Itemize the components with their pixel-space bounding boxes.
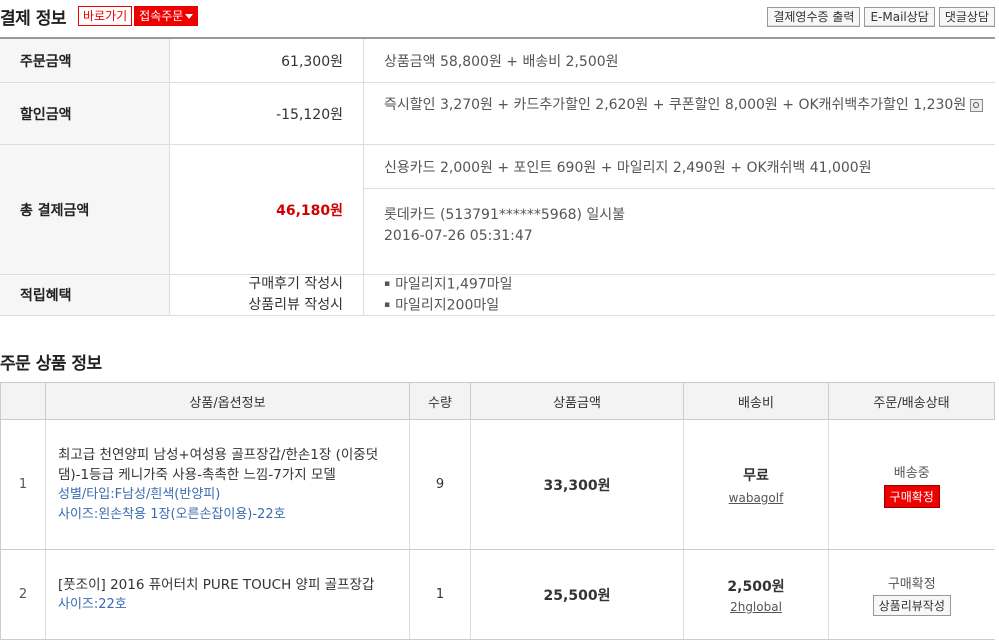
payment-table: 주문금액 61,300원 상품금액 58,800원 + 배송비 2,500원 할… xyxy=(0,37,995,316)
reward-cond-2: 상품리뷰 작성시 xyxy=(248,297,343,313)
product-name[interactable]: 최고급 천연양피 남성+여성용 골프장갑/한손1장 (이중덧댐)-1등급 케니가… xyxy=(58,445,397,485)
product-option: 사이즈:22호 xyxy=(58,596,127,612)
status-cell: 구매확정 상품리뷰작성 xyxy=(828,549,995,640)
total-value: 46,180원 xyxy=(170,145,364,274)
magnifier-icon[interactable] xyxy=(970,98,984,112)
order-amount-detail-text: 상품금액 58,800원 + 배송비 2,500원 xyxy=(384,53,619,70)
order-dropdown-button[interactable]: 접속주문 xyxy=(134,6,199,26)
comment-consult-button[interactable]: 댓글상담 xyxy=(938,7,995,27)
seller-link[interactable]: 2hglobal xyxy=(685,600,827,614)
total-detail: 신용카드 2,000원 + 포인트 690원 + 마일리지 2,490원 + O… xyxy=(364,145,995,274)
order-amount-detail: 상품금액 58,800원 + 배송비 2,500원 xyxy=(364,39,995,82)
col-no xyxy=(0,382,46,420)
shipping-cell: 2,500원 2hglobal xyxy=(683,549,829,640)
product-name[interactable]: [풋조이] 2016 퓨어터치 PURE TOUCH 양피 골프장갑 xyxy=(58,575,397,595)
order-dropdown-label: 접속주문 xyxy=(139,9,184,23)
confirm-purchase-button[interactable]: 구매확정 xyxy=(883,484,940,508)
receipt-print-button[interactable]: 결제영수증 출력 xyxy=(767,7,861,27)
write-review-button[interactable]: 상품리뷰작성 xyxy=(872,595,951,616)
total-detail-breakdown: 신용카드 2,000원 + 포인트 690원 + 마일리지 2,490원 + O… xyxy=(364,145,995,189)
order-header: 주문 상품 정보 xyxy=(0,348,102,374)
table-row: 1 최고급 천연양피 남성+여성용 골프장갑/한손1장 (이중덧댐)-1등급 케… xyxy=(0,419,995,550)
reward-item-2: 마일리지200마일 xyxy=(384,295,995,317)
payment-header: 결제 정보 바로가기 접속주문 xyxy=(0,3,199,29)
total-detail-card: 롯데카드 (513791******5968) 일시불 2016-07-26 0… xyxy=(364,189,995,247)
table-row: 2 [풋조이] 2016 퓨어터치 PURE TOUCH 양피 골프장갑 사이즈… xyxy=(0,549,995,640)
seller-link[interactable]: wabagolf xyxy=(685,491,827,505)
order-table: 상품/옵션정보 수량 상품금액 배송비 주문/배송상태 1 최고급 천연양피 남… xyxy=(0,382,995,640)
caret-down-icon xyxy=(185,14,194,19)
total-label: 총 결제금액 xyxy=(0,145,170,274)
reward-cond-1: 구매후기 작성시 xyxy=(248,276,343,292)
quantity: 9 xyxy=(409,419,471,550)
discount-detail-text: 즉시할인 3,270원 + 카드추가할인 2,620원 + 쿠폰할인 8,000… xyxy=(384,97,967,113)
shipping-fee: 무료 xyxy=(743,467,769,484)
payment-title: 결제 정보 xyxy=(0,8,66,29)
order-table-header: 상품/옵션정보 수량 상품금액 배송비 주문/배송상태 xyxy=(0,382,995,420)
order-status: 구매확정 xyxy=(887,577,936,592)
reward-items: 마일리지1,497마일 마일리지200마일 xyxy=(364,275,995,315)
email-consult-button[interactable]: E-Mail상담 xyxy=(864,7,935,27)
payment-actions: 결제영수증 출력 E-Mail상담 댓글상담 xyxy=(767,7,995,27)
col-status: 주문/배송상태 xyxy=(828,382,995,420)
row-number: 1 xyxy=(0,419,46,550)
order-amount-value: 61,300원 xyxy=(170,39,364,82)
reward-label: 적립혜택 xyxy=(0,275,170,315)
col-price: 상품금액 xyxy=(470,382,684,420)
product-option: 성별/타입:F남성/흰색(반양피) xyxy=(58,486,221,502)
discount-value: -15,120원 xyxy=(170,83,364,144)
product-option: 사이즈:왼손착용 1장(오른손잡이용)-22호 xyxy=(58,506,286,522)
product-price: 33,300원 xyxy=(470,419,684,550)
discount-row: 할인금액 -15,120원 즉시할인 3,270원 + 카드추가할인 2,620… xyxy=(0,83,995,145)
status-cell: 배송중 구매확정 xyxy=(828,419,995,550)
reward-row: 적립혜택 구매후기 작성시 상품리뷰 작성시 마일리지1,497마일 마일리지2… xyxy=(0,275,995,316)
total-breakdown-text: 신용카드 2,000원 + 포인트 690원 + 마일리지 2,490원 + O… xyxy=(384,159,872,176)
col-shipping: 배송비 xyxy=(683,382,829,420)
product-info: 최고급 천연양피 남성+여성용 골프장갑/한손1장 (이중덧댐)-1등급 케니가… xyxy=(45,419,410,550)
col-product: 상품/옵션정보 xyxy=(45,382,410,420)
order-title: 주문 상품 정보 xyxy=(0,353,102,374)
shipping-cell: 무료 wabagolf xyxy=(683,419,829,550)
row-number: 2 xyxy=(0,549,46,640)
go-button[interactable]: 바로가기 xyxy=(77,6,133,26)
card-info: 롯데카드 (513791******5968) 일시불 xyxy=(384,207,626,223)
order-amount-row: 주문금액 61,300원 상품금액 58,800원 + 배송비 2,500원 xyxy=(0,39,995,83)
order-status: 배송중 xyxy=(893,465,930,481)
discount-detail: 즉시할인 3,270원 + 카드추가할인 2,620원 + 쿠폰할인 8,000… xyxy=(364,83,995,144)
reward-item-1: 마일리지1,497마일 xyxy=(384,274,995,296)
reward-conditions: 구매후기 작성시 상품리뷰 작성시 xyxy=(170,275,364,315)
total-row: 총 결제금액 46,180원 신용카드 2,000원 + 포인트 690원 + … xyxy=(0,145,995,275)
quantity: 1 xyxy=(409,549,471,640)
order-amount-label: 주문금액 xyxy=(0,39,170,82)
product-price: 25,500원 xyxy=(470,549,684,640)
product-info: [풋조이] 2016 퓨어터치 PURE TOUCH 양피 골프장갑 사이즈:2… xyxy=(45,549,410,640)
payment-datetime: 2016-07-26 05:31:47 xyxy=(384,228,533,244)
discount-label: 할인금액 xyxy=(0,83,170,144)
col-qty: 수량 xyxy=(409,382,471,420)
shipping-fee: 2,500원 xyxy=(727,578,785,595)
